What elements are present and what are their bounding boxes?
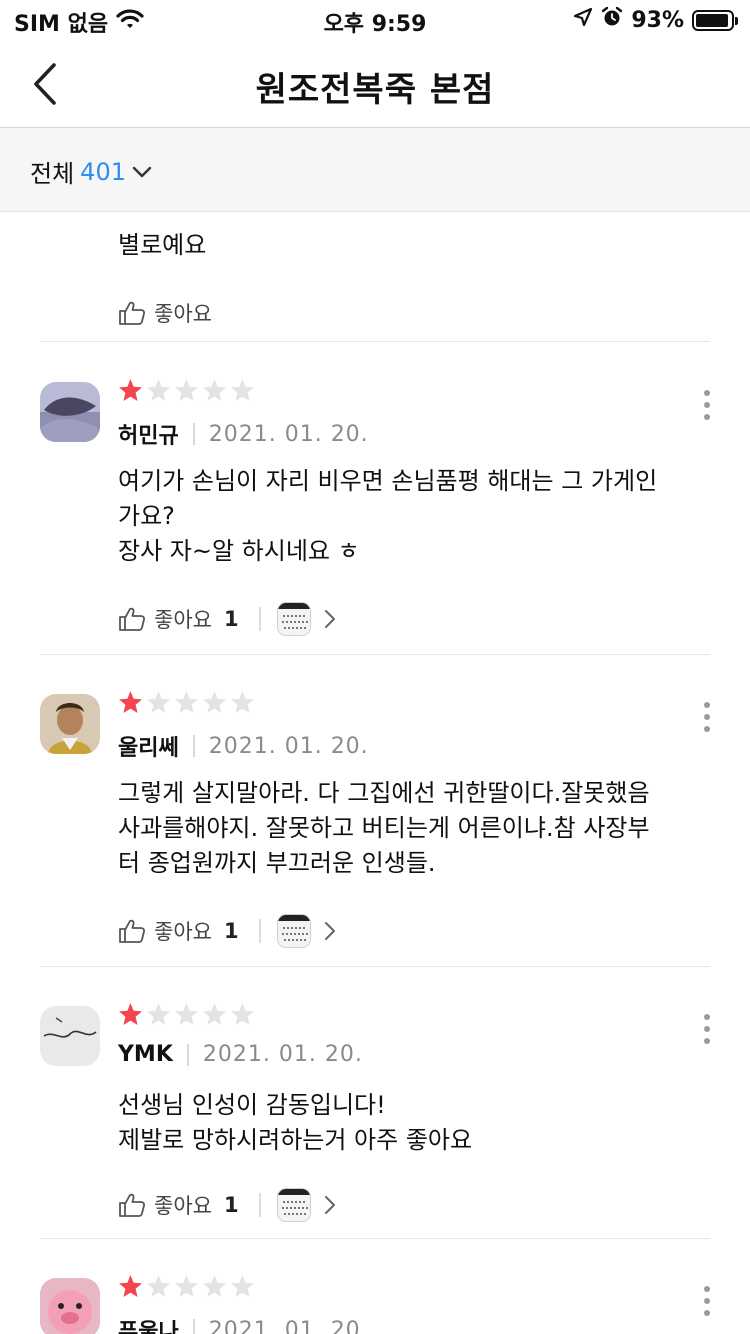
- navigation-bar: 원조전복죽 본점: [0, 40, 750, 128]
- star-icon: [147, 691, 170, 713]
- star-rating: [118, 690, 255, 715]
- avatar[interactable]: [40, 694, 100, 754]
- like-count: 1: [223, 1193, 239, 1217]
- author-row: 울리쎄 2021. 01. 20.: [118, 730, 369, 762]
- review-text: 선생님 인성이 감동입니다! 제발로 망하시려하는거 아주 좋아요: [118, 1091, 473, 1154]
- star-icon: [175, 379, 198, 401]
- battery-icon: [692, 9, 738, 31]
- star-icon: [203, 379, 226, 401]
- review-actions: 좋아요 1: [118, 914, 337, 948]
- like-button[interactable]: 좋아요: [118, 298, 212, 328]
- author-name[interactable]: 울리쎄: [118, 730, 179, 762]
- more-options-button[interactable]: [702, 390, 712, 420]
- thumbs-up-icon: [119, 607, 145, 631]
- like-label: 좋아요: [154, 920, 212, 944]
- more-options-button[interactable]: [702, 702, 712, 732]
- status-right: 93%: [573, 6, 738, 34]
- alarm-icon: [601, 6, 623, 34]
- more-options-button[interactable]: [702, 1286, 710, 1316]
- like-button[interactable]: 좋아요 1: [118, 604, 239, 634]
- author-row: YMK 2021. 01. 20.: [118, 1042, 363, 1067]
- thumbs-up-icon: [119, 301, 145, 325]
- chevron-down-icon: [132, 166, 152, 177]
- more-options-button[interactable]: [702, 1014, 712, 1044]
- star-rating: [118, 378, 255, 403]
- star-icon: [203, 691, 226, 713]
- review-card: 푸울나 2021. 01. 20.: [40, 1238, 710, 1334]
- chevron-right-icon[interactable]: [323, 1194, 337, 1216]
- like-count: 1: [223, 607, 239, 631]
- star-icon: [119, 691, 142, 713]
- liker-thumbnail[interactable]: [276, 602, 311, 636]
- review-card: 울리쎄 2021. 01. 20. 그렇게 살지말아라. 다 그집에선 귀한딸이…: [40, 654, 710, 966]
- star-icon: [147, 1003, 170, 1025]
- review-date: 2021. 01. 20.: [202, 1042, 363, 1067]
- star-icon: [147, 1275, 170, 1297]
- star-icon: [175, 1003, 198, 1025]
- review-text: 그렇게 살지말아라. 다 그집에선 귀한딸이다.잘못했음 사과를해야지. 잘못하…: [118, 779, 650, 877]
- author-row: 허민규 2021. 01. 20.: [118, 418, 369, 450]
- liker-thumbnail[interactable]: [276, 1188, 311, 1222]
- liker-thumbnail[interactable]: [276, 914, 311, 948]
- review-text: 별로예요: [118, 231, 207, 259]
- review-card: YMK 2021. 01. 20. 선생님 인성이 감동입니다! 제발로 망하시…: [40, 966, 710, 1238]
- star-icon: [231, 691, 254, 713]
- like-label: 좋아요: [154, 302, 212, 326]
- status-bar: SIM 없음 오후 9:59 93%: [0, 0, 750, 40]
- review-date: 2021. 01. 20.: [208, 421, 369, 447]
- page-title: 원조전복죽 본점: [255, 70, 495, 110]
- star-icon: [231, 379, 254, 401]
- review-count: 401: [80, 157, 126, 186]
- star-icon: [175, 691, 198, 713]
- star-rating: [118, 1274, 255, 1299]
- review-actions: 좋아요 1: [118, 1188, 337, 1222]
- filter-bar: 전체 401: [0, 128, 750, 212]
- review-actions: 좋아요: [118, 298, 212, 328]
- like-count: 1: [223, 919, 239, 943]
- star-icon: [119, 379, 142, 401]
- thumbs-up-icon: [119, 1193, 145, 1217]
- star-icon: [231, 1003, 254, 1025]
- author-name[interactable]: 허민규: [118, 418, 179, 450]
- review-card: 허민규 2021. 01. 20. 여기가 손님이 자리 비우면 손님품평 해대…: [40, 342, 710, 654]
- battery-level-fill: [696, 13, 728, 27]
- author-name[interactable]: YMK: [118, 1042, 173, 1067]
- avatar[interactable]: [40, 1006, 100, 1066]
- avatar[interactable]: [40, 382, 100, 442]
- location-arrow-icon: [573, 7, 593, 33]
- review-text: 여기가 손님이 자리 비우면 손님품평 해대는 그 가게인 가요? 장사 자~알…: [118, 467, 658, 565]
- thumbs-up-icon: [119, 919, 145, 943]
- chevron-right-icon[interactable]: [323, 920, 337, 942]
- author-row: 푸울나 2021. 01. 20.: [118, 1314, 369, 1334]
- author-name[interactable]: 푸울나: [118, 1314, 179, 1334]
- star-icon: [119, 1003, 142, 1025]
- like-button[interactable]: 좋아요 1: [118, 1190, 239, 1220]
- battery-percent: 93%: [631, 7, 684, 33]
- review-date: 2021. 01. 20.: [208, 1317, 369, 1334]
- star-rating: [118, 1002, 255, 1027]
- avatar[interactable]: [40, 1278, 100, 1334]
- review-card-partial: 별로예요 좋아요: [40, 212, 710, 342]
- star-icon: [119, 1275, 142, 1297]
- review-actions: 좋아요 1: [118, 602, 337, 636]
- star-icon: [147, 379, 170, 401]
- like-button[interactable]: 좋아요 1: [118, 916, 239, 946]
- review-date: 2021. 01. 20.: [208, 733, 369, 759]
- like-label: 좋아요: [154, 608, 212, 632]
- star-icon: [203, 1275, 226, 1297]
- star-icon: [175, 1275, 198, 1297]
- filter-label: 전체: [30, 160, 75, 188]
- star-icon: [231, 1275, 254, 1297]
- star-icon: [203, 1003, 226, 1025]
- chevron-right-icon[interactable]: [323, 608, 337, 630]
- like-label: 좋아요: [154, 1194, 212, 1218]
- filter-dropdown[interactable]: 전체 401: [30, 154, 152, 189]
